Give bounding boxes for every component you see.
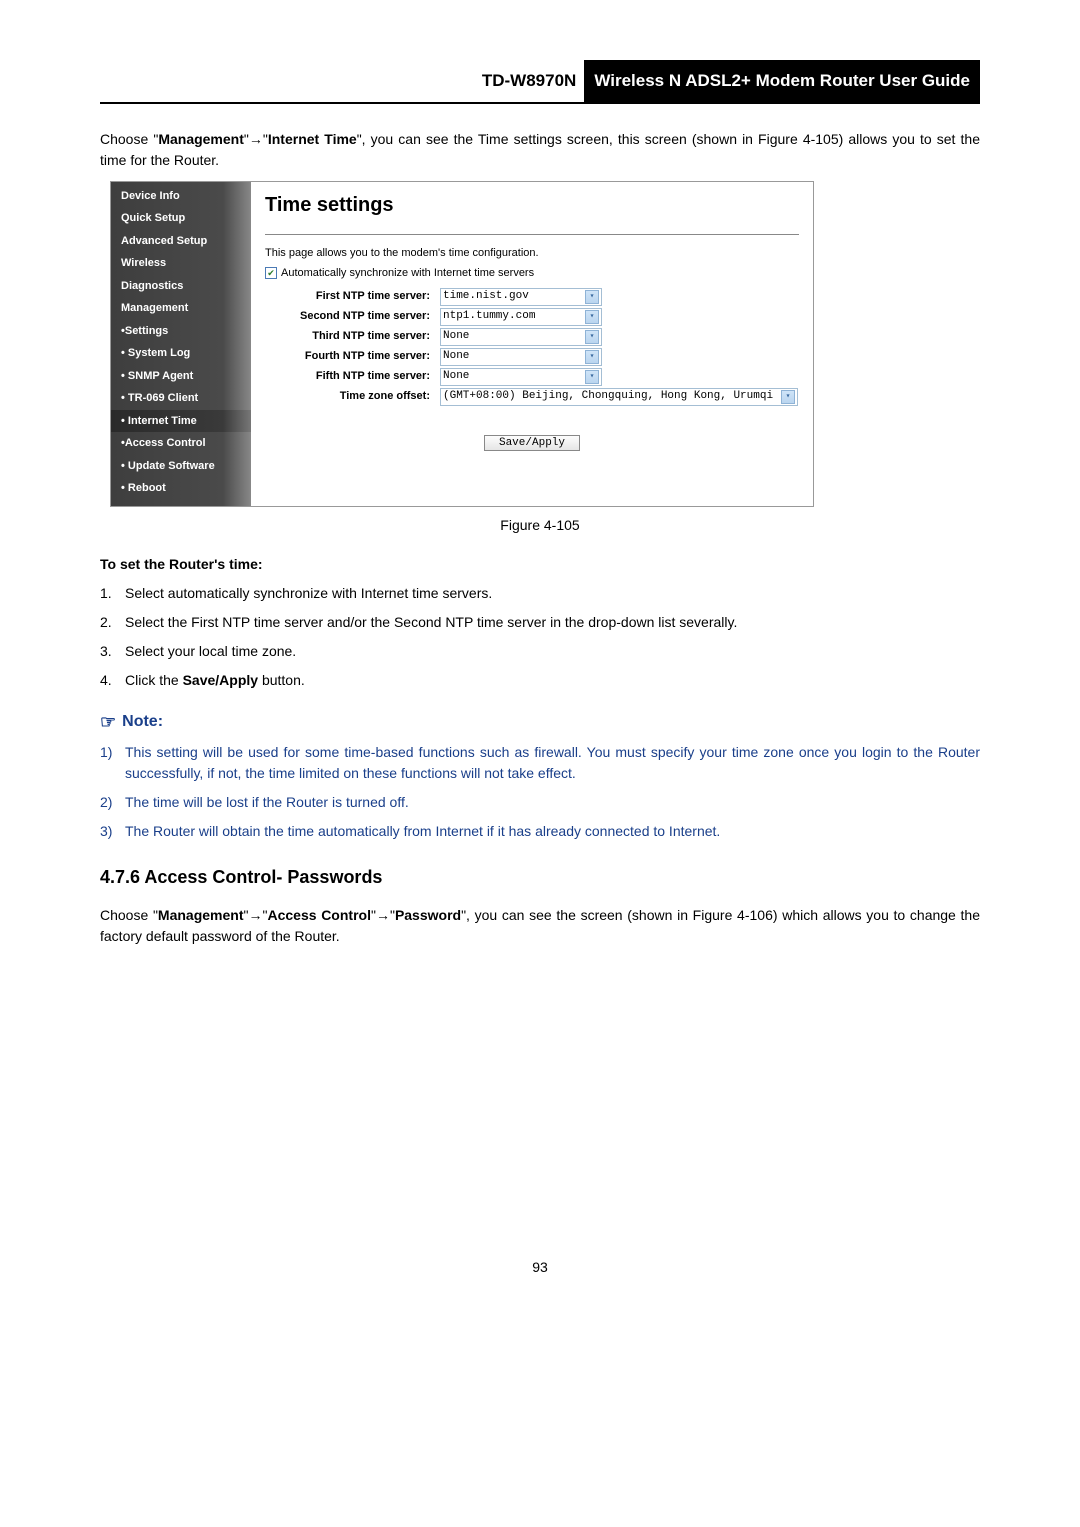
para2: Choose "Management"→"Access Control"→"Pa… [100,905,980,947]
sidebar-item[interactable]: Management [111,297,251,320]
chevron-down-icon[interactable]: ▾ [781,390,795,404]
chevron-down-icon[interactable]: ▾ [585,310,599,324]
form-label: Third NTP time server: [265,328,440,345]
chevron-down-icon[interactable]: ▾ [585,350,599,364]
sidebar-item[interactable]: Device Info [111,185,251,208]
sidebar-item[interactable]: Advanced Setup [111,230,251,253]
note-text: This setting will be used for some time-… [125,742,980,784]
chevron-down-icon[interactable]: ▾ [585,370,599,384]
steps-heading: To set the Router's time: [100,554,980,575]
step-number: 3. [100,641,125,662]
figure-caption: Figure 4-105 [100,515,980,536]
save-apply-button[interactable]: Save/Apply [484,435,580,451]
auto-sync-checkbox-row[interactable]: ✔ Automatically synchronize with Interne… [265,265,799,282]
checkbox-label: Automatically synchronize with Internet … [281,265,534,282]
form-row: Second NTP time server:ntp1.tummy.com ▾ [265,308,799,326]
chevron-down-icon[interactable]: ▾ [585,330,599,344]
step-text: Select your local time zone. [125,641,980,662]
select-value: None [443,328,469,345]
note-item: 1)This setting will be used for some tim… [100,742,980,784]
note-item: 3)The Router will obtain the time automa… [100,821,980,842]
sidebar-item[interactable]: Wireless [111,252,251,275]
note-text: The time will be lost if the Router is t… [125,792,980,813]
select-value: ntp1.tummy.com [443,308,535,325]
section-heading: 4.7.6 Access Control- Passwords [100,864,980,891]
ntp-select[interactable]: None ▾ [440,348,602,366]
sidebar-item[interactable]: • Update Software [111,455,251,478]
note-number: 3) [100,821,125,842]
intro-paragraph: Choose "Management"→"Internet Time", you… [100,129,980,171]
notes-list: 1)This setting will be used for some tim… [100,742,980,842]
sidebar-item[interactable]: Diagnostics [111,275,251,298]
step-item: 3.Select your local time zone. [100,641,980,662]
router-sidebar: Device InfoQuick SetupAdvanced SetupWire… [111,182,251,506]
step-item: 2.Select the First NTP time server and/o… [100,612,980,633]
note-heading: ☞ Note: [100,709,980,736]
ntp-select[interactable]: None ▾ [440,328,602,346]
sidebar-item[interactable]: • Internet Time [111,410,251,433]
router-screenshot: Device InfoQuick SetupAdvanced SetupWire… [110,181,814,507]
pointing-hand-icon: ☞ [100,709,116,736]
form-label: First NTP time server: [265,288,440,305]
step-text: Select automatically synchronize with In… [125,583,980,604]
sidebar-item[interactable]: • SNMP Agent [111,365,251,388]
step-text: Select the First NTP time server and/or … [125,612,980,633]
steps-list: 1.Select automatically synchronize with … [100,583,980,691]
form-label: Second NTP time server: [265,308,440,325]
form-row: Third NTP time server:None ▾ [265,328,799,346]
form-row: Time zone offset:(GMT+08:00) Beijing, Ch… [265,388,799,406]
form-row: Fourth NTP time server:None ▾ [265,348,799,366]
step-text: Click the Save/Apply button. [125,670,980,691]
sidebar-item[interactable]: • TR-069 Client [111,387,251,410]
pane-description: This page allows you to the modem's time… [265,245,799,262]
ntp-select[interactable]: None ▾ [440,368,602,386]
chevron-down-icon[interactable]: ▾ [585,290,599,304]
step-number: 1. [100,583,125,604]
document-header: TD-W8970N Wireless N ADSL2+ Modem Router… [100,60,980,104]
form-row: First NTP time server:time.nist.gov ▾ [265,288,799,306]
note-item: 2)The time will be lost if the Router is… [100,792,980,813]
ntp-select[interactable]: time.nist.gov ▾ [440,288,602,306]
sidebar-item[interactable]: • System Log [111,342,251,365]
sidebar-item[interactable]: •Access Control [111,432,251,455]
ntp-form: First NTP time server:time.nist.gov▾Seco… [265,288,799,406]
pane-heading: Time settings [265,190,799,220]
sidebar-item[interactable]: •Settings [111,320,251,343]
ntp-select[interactable]: (GMT+08:00) Beijing, Chongquing, Hong Ko… [440,388,798,406]
document-title: Wireless N ADSL2+ Modem Router User Guid… [584,60,980,102]
select-value: None [443,368,469,385]
divider [265,234,799,235]
step-item: 1.Select automatically synchronize with … [100,583,980,604]
step-number: 2. [100,612,125,633]
sidebar-item[interactable]: • Reboot [111,477,251,500]
router-content-pane: Time settings This page allows you to th… [251,182,813,506]
note-number: 2) [100,792,125,813]
checkbox-checked-icon[interactable]: ✔ [265,267,277,279]
form-label: Fifth NTP time server: [265,368,440,385]
step-number: 4. [100,670,125,691]
model-number: TD-W8970N [474,60,584,102]
form-label: Fourth NTP time server: [265,348,440,365]
step-item: 4.Click the Save/Apply button. [100,670,980,691]
ntp-select[interactable]: ntp1.tummy.com ▾ [440,308,602,326]
select-value: None [443,348,469,365]
page-number: 93 [100,1257,980,1278]
sidebar-item[interactable]: Quick Setup [111,207,251,230]
select-value: time.nist.gov [443,288,529,305]
note-text: The Router will obtain the time automati… [125,821,980,842]
form-label: Time zone offset: [265,388,440,405]
select-value: (GMT+08:00) Beijing, Chongquing, Hong Ko… [443,388,773,405]
note-number: 1) [100,742,125,784]
form-row: Fifth NTP time server:None ▾ [265,368,799,386]
